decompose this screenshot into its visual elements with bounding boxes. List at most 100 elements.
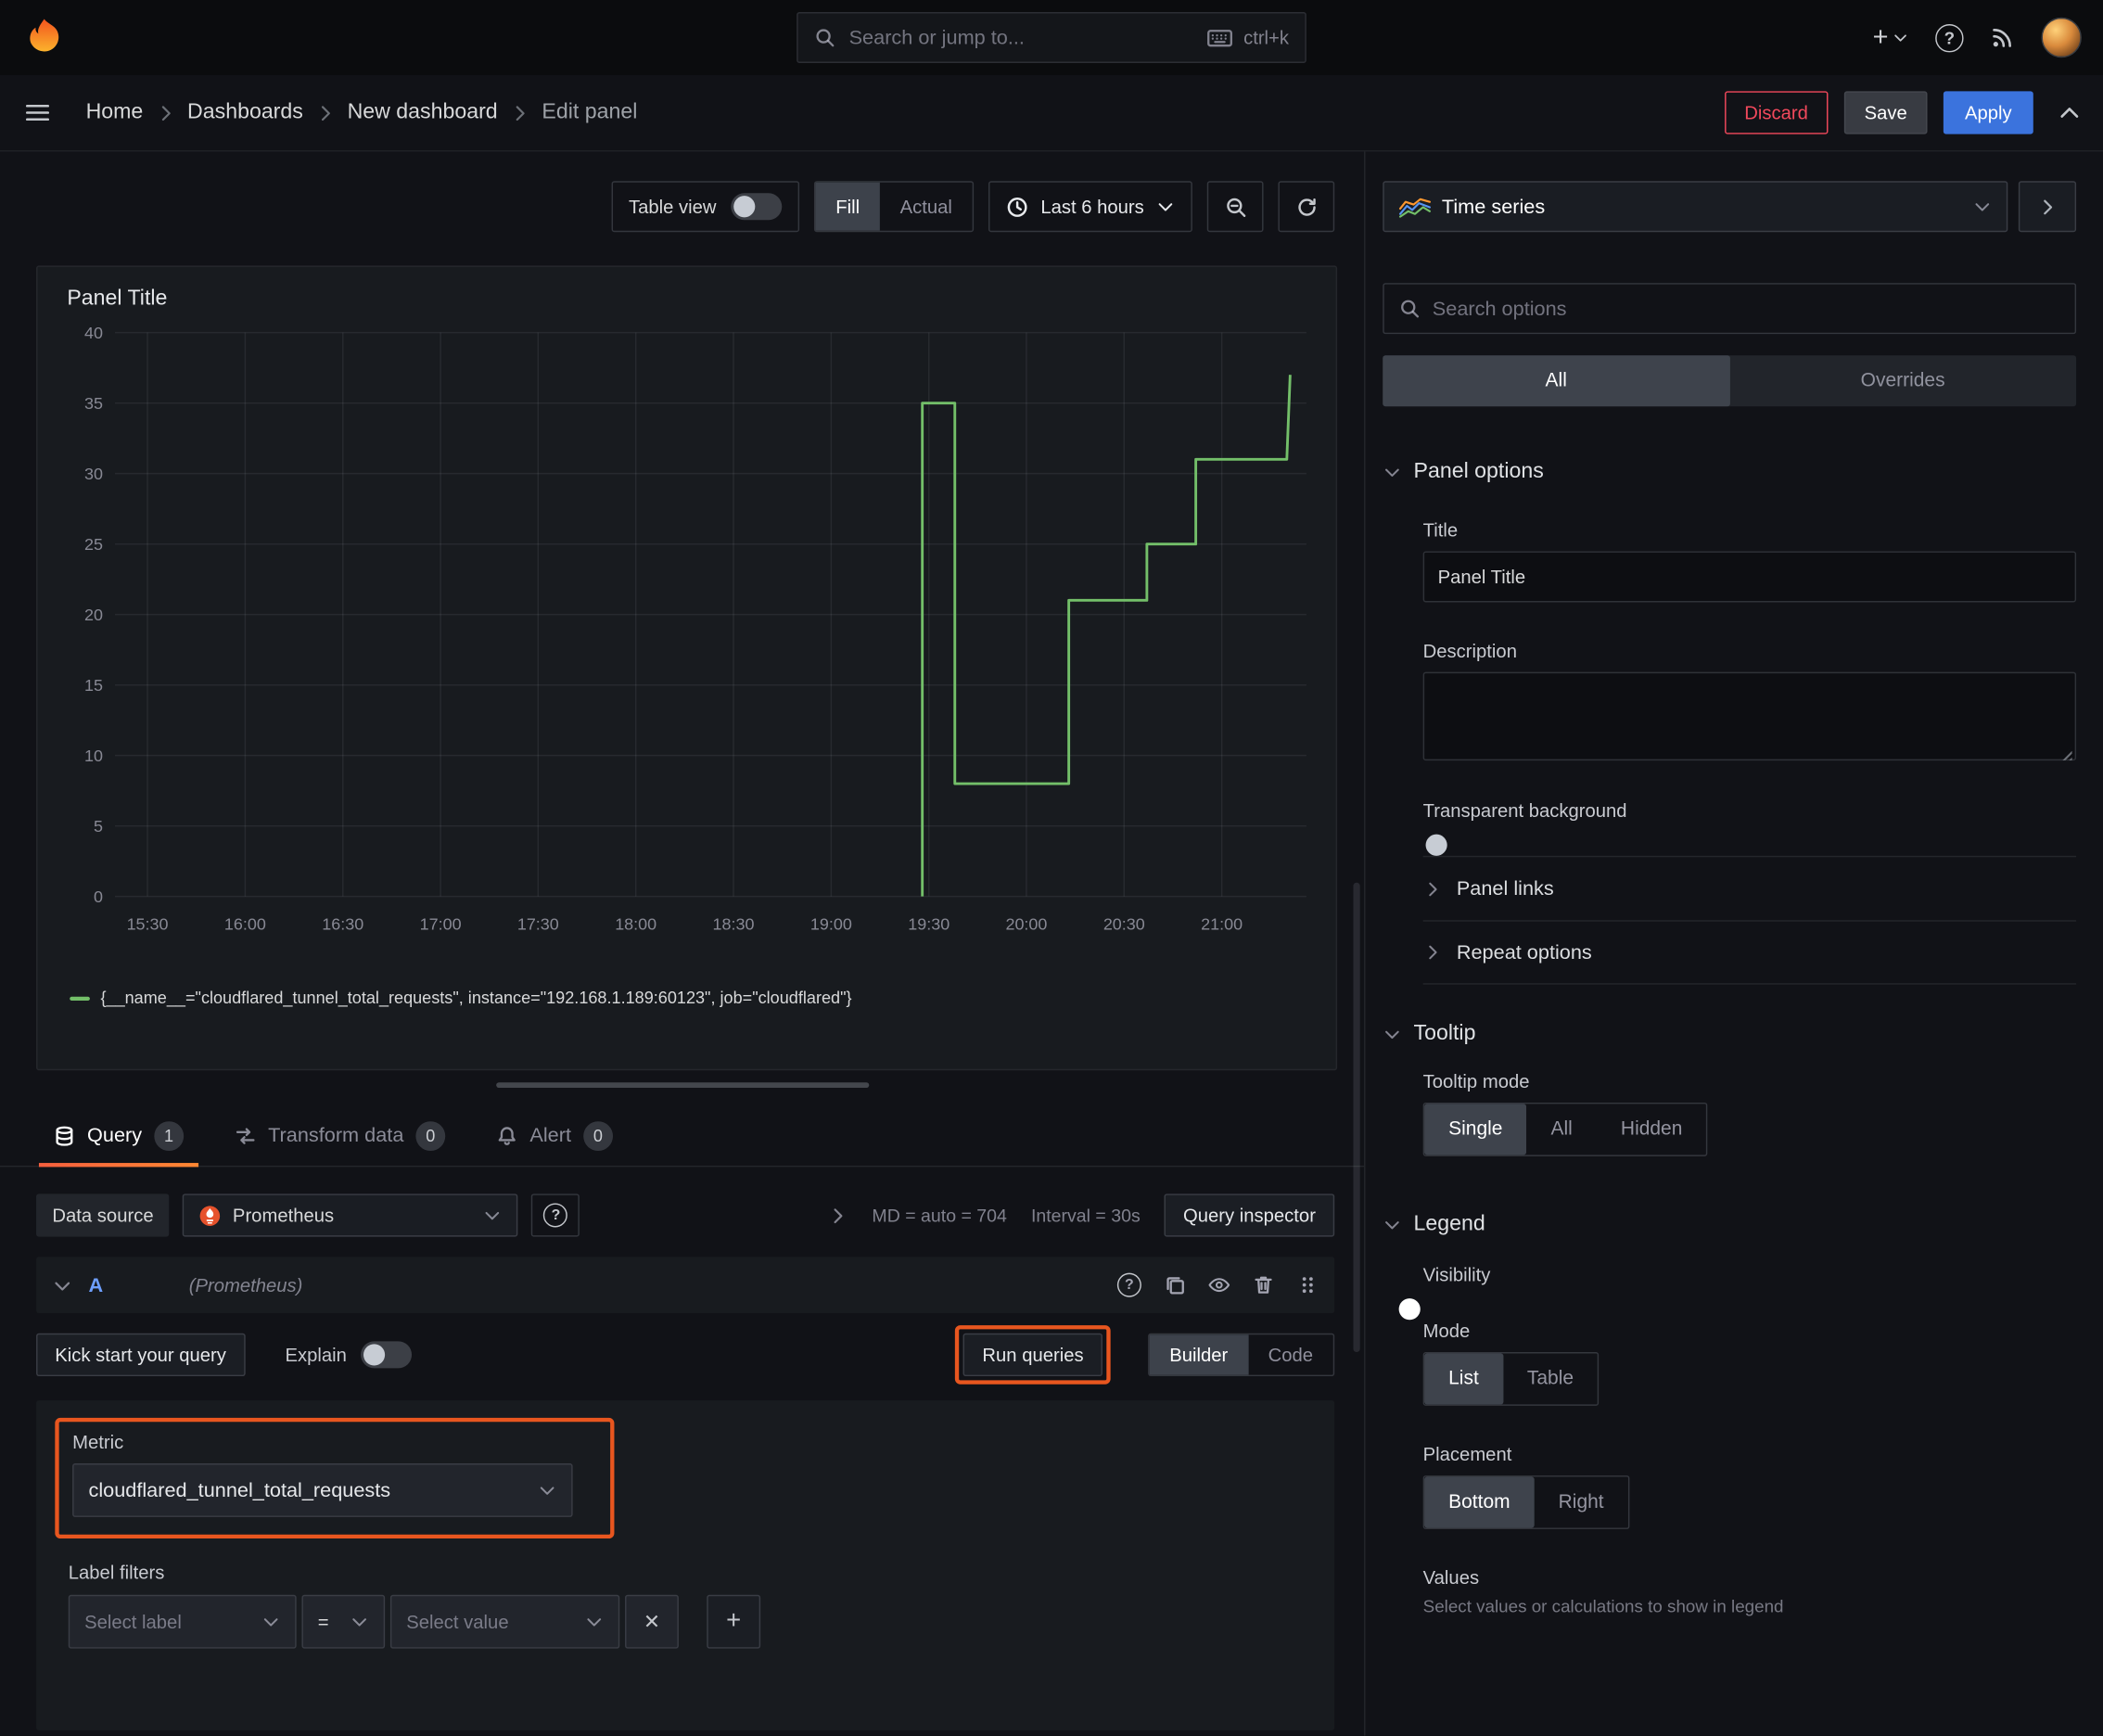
operator-dropdown[interactable]: =: [301, 1594, 386, 1649]
top-bar: Search or jump to... ctrl+k + ?: [0, 0, 2103, 76]
options-search-placeholder: Search options: [1432, 297, 1567, 320]
chevron-down-icon[interactable]: [52, 1275, 72, 1296]
tooltip-mode-hidden[interactable]: Hidden: [1597, 1104, 1707, 1155]
eye-icon[interactable]: [1208, 1274, 1230, 1296]
chevron-down-icon: [486, 1211, 500, 1220]
help-button[interactable]: ?: [1935, 23, 1964, 52]
chevron-up-icon[interactable]: [2058, 100, 2082, 124]
kickstart-button[interactable]: Kick start your query: [36, 1333, 246, 1377]
tab-count: 0: [415, 1120, 446, 1151]
legend-header[interactable]: Legend: [1383, 1213, 2076, 1237]
query-help-icon[interactable]: ?: [1116, 1272, 1141, 1297]
panel-resize-handle[interactable]: [495, 1082, 869, 1089]
query-card: A (Prometheus) ? Kick start your query E…: [36, 1257, 1335, 1730]
options-sidebar: Time series Search options All Overrides…: [1364, 151, 2103, 1736]
svg-text:15:30: 15:30: [127, 915, 169, 934]
panel-title-input[interactable]: [1422, 551, 2077, 603]
grafana-logo[interactable]: [21, 15, 67, 60]
panel-options-header[interactable]: Panel options: [1383, 460, 2076, 484]
tab-all[interactable]: All: [1383, 355, 1730, 407]
values-label: Values: [1422, 1566, 1480, 1589]
breadcrumb-dashboards[interactable]: Dashboards: [187, 100, 303, 124]
select-label-dropdown[interactable]: Select label: [68, 1594, 297, 1649]
fill-option[interactable]: Fill: [815, 182, 880, 231]
explain-toggle-group: Explain: [286, 1341, 412, 1369]
legend-mode-list[interactable]: List: [1424, 1353, 1503, 1405]
trash-icon[interactable]: [1253, 1274, 1274, 1296]
tab-count: 1: [154, 1120, 184, 1151]
timeseries-chart[interactable]: 0 5 10 15 20 25 30 35 40 15:30 16:00 16:30 17:00 17:3…: [54, 313, 1319, 989]
visibility-label: Visibility: [1422, 1263, 1491, 1285]
options-search[interactable]: Search options: [1383, 283, 2077, 335]
top-actions: + ?: [1873, 17, 2082, 58]
refresh-button[interactable]: [1278, 181, 1335, 233]
scrollbar-thumb[interactable]: [1353, 882, 1360, 1353]
tab-label: Alert: [529, 1124, 571, 1147]
run-queries-button[interactable]: Run queries: [963, 1333, 1102, 1377]
duplicate-icon[interactable]: [1165, 1274, 1186, 1296]
apply-button[interactable]: Apply: [1943, 91, 2033, 134]
metric-select[interactable]: cloudflared_tunnel_total_requests: [72, 1463, 573, 1517]
query-header[interactable]: A (Prometheus) ?: [36, 1257, 1335, 1314]
breadcrumb-home[interactable]: Home: [86, 100, 144, 124]
tab-query[interactable]: Query 1: [36, 1105, 201, 1168]
query-options: MD = auto = 704 Interval = 30s Query ins…: [828, 1194, 1335, 1237]
add-filter-button[interactable]: +: [707, 1594, 761, 1649]
breadcrumb-new-dashboard[interactable]: New dashboard: [348, 100, 498, 124]
svg-text:19:30: 19:30: [908, 915, 950, 934]
collapse-sidebar-button[interactable]: [2018, 181, 2077, 233]
remove-filter-button[interactable]: ✕: [625, 1594, 679, 1649]
time-range-label: Last 6 hours: [1040, 196, 1144, 218]
select-value-dropdown[interactable]: Select value: [389, 1594, 620, 1649]
legend-mode-table[interactable]: Table: [1503, 1353, 1598, 1404]
tooltip-mode-all[interactable]: All: [1526, 1104, 1596, 1155]
placement-bottom[interactable]: Bottom: [1424, 1476, 1535, 1528]
panel-description-input[interactable]: [1422, 671, 2077, 761]
tab-alert[interactable]: Alert 0: [478, 1105, 630, 1166]
placement-label: Placement: [1422, 1443, 1512, 1465]
panel-edit-pane: Table view Fill Actual Last 6 hours Pane…: [0, 151, 1365, 1735]
legend-item[interactable]: {__name__="cloudflared_tunnel_total_requ…: [70, 989, 1319, 1007]
new-button[interactable]: +: [1873, 24, 1909, 51]
tab-overrides[interactable]: Overrides: [1729, 355, 2076, 406]
tab-transform-data[interactable]: Transform data 0: [217, 1105, 463, 1166]
tooltip-header[interactable]: Tooltip: [1383, 1022, 2076, 1046]
datasource-name: Prometheus: [232, 1204, 335, 1227]
code-option[interactable]: Code: [1248, 1334, 1333, 1374]
datasource-help-button[interactable]: ?: [531, 1194, 580, 1237]
svg-text:21:00: 21:00: [1201, 915, 1243, 934]
menu-icon[interactable]: [24, 99, 51, 126]
tooltip-mode-single[interactable]: Single: [1424, 1104, 1527, 1155]
explain-toggle[interactable]: [360, 1341, 412, 1369]
table-view-toggle[interactable]: [731, 193, 783, 221]
legend-label: {__name__="cloudflared_tunnel_total_requ…: [100, 989, 852, 1008]
drag-handle-icon[interactable]: [1297, 1274, 1319, 1296]
zoom-out-button[interactable]: [1206, 181, 1264, 233]
chevron-down-icon: [1975, 203, 1990, 211]
panel-toolbar: Table view Fill Actual Last 6 hours: [0, 181, 1335, 233]
query-inspector-button[interactable]: Query inspector: [1164, 1194, 1335, 1237]
legend-placement-group: Bottom Right: [1422, 1475, 1630, 1529]
news-button[interactable]: [1991, 25, 2015, 49]
panel-links-row[interactable]: Panel links: [1422, 855, 2077, 920]
visualization-picker[interactable]: Time series: [1383, 181, 2008, 233]
user-avatar[interactable]: [2041, 17, 2082, 58]
title-label: Title: [1422, 518, 1459, 541]
svg-text:5: 5: [94, 817, 103, 836]
discard-button[interactable]: Discard: [1724, 91, 1829, 134]
save-button[interactable]: Save: [1843, 91, 1928, 134]
plus-icon: +: [726, 1606, 742, 1636]
builder-option[interactable]: Builder: [1149, 1334, 1248, 1375]
time-range-picker[interactable]: Last 6 hours: [988, 181, 1192, 233]
chevron-right-icon: [516, 105, 525, 121]
run-queries-highlight: Run queries: [955, 1325, 1111, 1385]
repeat-options-row[interactable]: Repeat options: [1422, 920, 2077, 985]
placement-right[interactable]: Right: [1535, 1477, 1628, 1528]
search-bar[interactable]: Search or jump to... ctrl+k: [797, 12, 1306, 63]
actual-option[interactable]: Actual: [880, 183, 973, 231]
chevron-right-icon[interactable]: [828, 1206, 848, 1226]
datasource-select[interactable]: Prometheus: [183, 1194, 519, 1237]
tab-label: Query: [87, 1124, 143, 1147]
builder-code-group: Builder Code: [1148, 1333, 1335, 1377]
chevron-down-icon: [263, 1618, 278, 1627]
